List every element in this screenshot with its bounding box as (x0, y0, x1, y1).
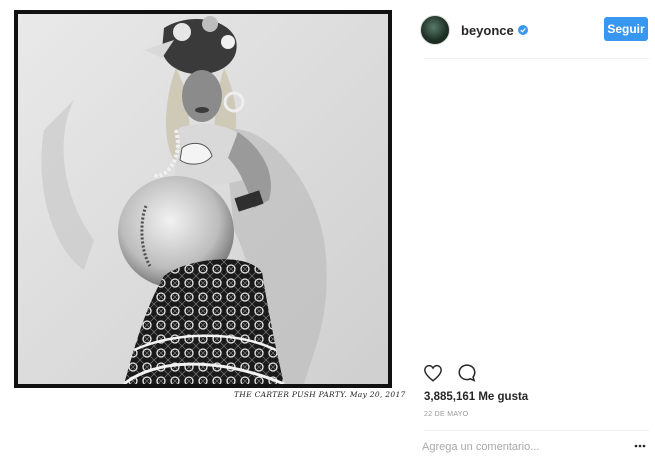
avatar[interactable] (420, 15, 450, 45)
post-photo-area: THE CARTER PUSH PARTY. May 20, 2017 (0, 0, 410, 440)
more-options-icon[interactable] (633, 440, 647, 452)
photo-handwritten-caption: THE CARTER PUSH PARTY. May 20, 2017 (234, 390, 406, 399)
likes-count[interactable]: 3,885,161 Me gusta (424, 391, 528, 403)
comment-divider (424, 430, 649, 431)
comment-input[interactable] (422, 439, 612, 455)
post-date: 22 DE MAYO (424, 411, 469, 418)
verified-badge-icon (517, 25, 528, 35)
post-actions (422, 362, 478, 384)
post-photo[interactable] (14, 10, 392, 388)
comment-bubble-icon[interactable] (456, 362, 478, 384)
post-header: beyonce Seguir (420, 8, 652, 52)
username-link[interactable]: beyonce (461, 23, 514, 38)
follow-button[interactable]: Seguir (604, 17, 648, 41)
heart-icon[interactable] (422, 362, 444, 384)
post-sidebar: beyonce Seguir 3,885,161 Me gusta 22 DE … (410, 0, 655, 456)
header-divider (424, 58, 649, 59)
